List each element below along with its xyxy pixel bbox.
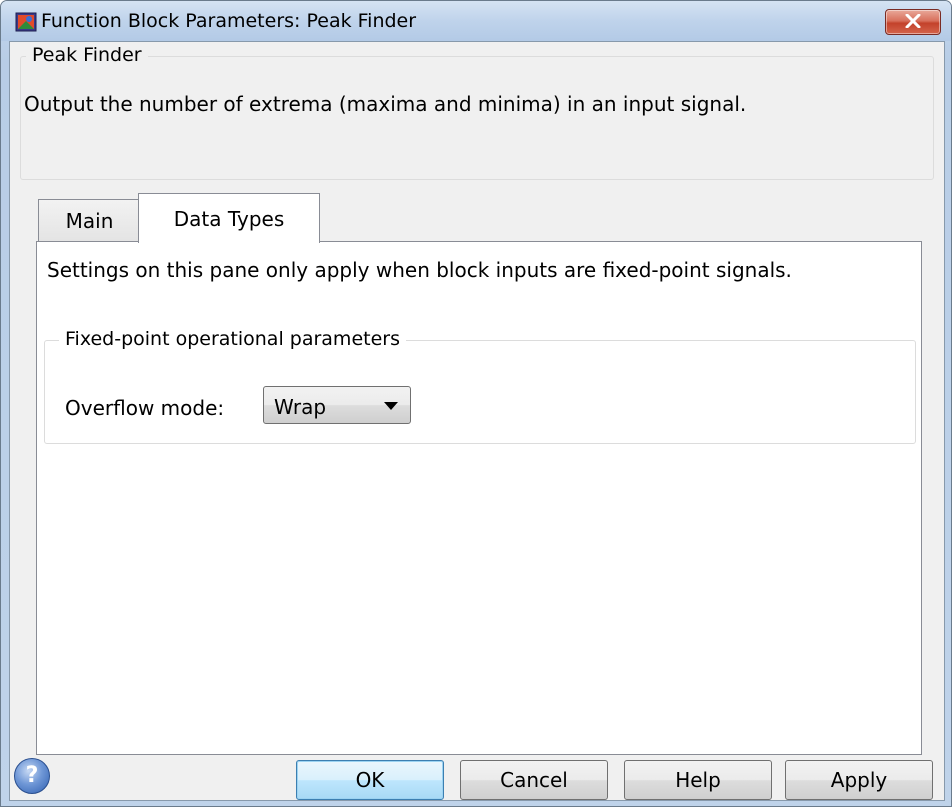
panel-note: Settings on this pane only apply when bl…	[47, 258, 792, 282]
close-button[interactable]	[885, 9, 941, 35]
overflow-mode-value: Wrap	[274, 395, 327, 419]
close-icon	[905, 14, 921, 28]
overflow-mode-label: Overflow mode:	[65, 396, 225, 420]
description-group	[20, 56, 934, 180]
help-icon[interactable]: ?	[14, 758, 50, 794]
cancel-button[interactable]: Cancel	[460, 760, 608, 800]
help-button[interactable]: Help	[624, 760, 772, 800]
tab-data-types-label: Data Types	[173, 207, 285, 231]
apply-button[interactable]: Apply	[785, 760, 933, 800]
fixed-point-group-title: Fixed-point operational parameters	[59, 328, 406, 350]
tab-main[interactable]: Main	[38, 199, 141, 241]
block-description: Output the number of extrema (maxima and…	[24, 92, 747, 116]
fixed-point-group	[44, 340, 916, 444]
tab-panel-data-types: Settings on this pane only apply when bl…	[36, 241, 922, 755]
description-group-title: Peak Finder	[26, 44, 148, 66]
title-bar[interactable]: Function Block Parameters: Peak Finder	[1, 1, 951, 41]
ok-button[interactable]: OK	[296, 760, 444, 800]
chevron-down-icon	[384, 402, 398, 410]
simulink-block-icon	[15, 11, 37, 33]
tab-data-types[interactable]: Data Types	[138, 193, 320, 243]
window-title: Function Block Parameters: Peak Finder	[41, 10, 417, 32]
overflow-mode-select[interactable]: Wrap	[263, 386, 411, 424]
dialog-client-area: Peak Finder Output the number of extrema…	[9, 41, 945, 801]
dialog-window: Function Block Parameters: Peak Finder P…	[0, 0, 952, 807]
tab-main-label: Main	[65, 209, 114, 233]
